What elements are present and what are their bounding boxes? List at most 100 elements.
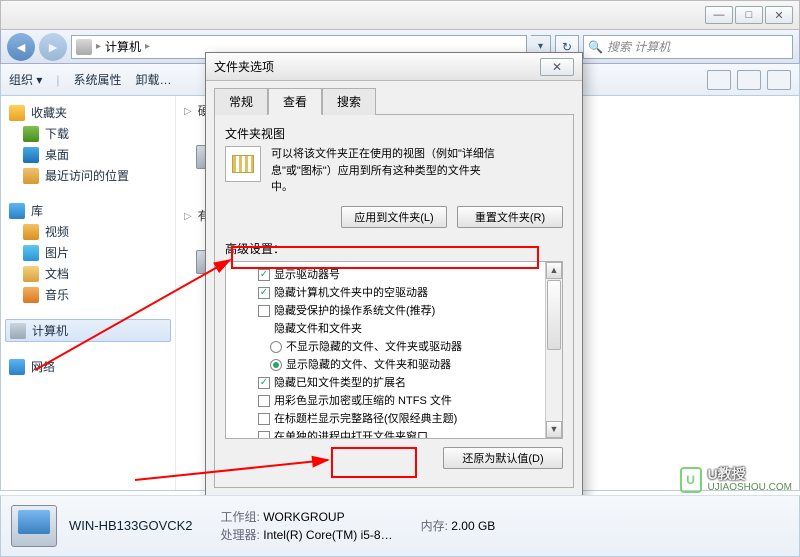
desktop-icon xyxy=(23,147,39,163)
close-button[interactable]: ✕ xyxy=(765,6,793,24)
sidebar-documents[interactable]: 文档 xyxy=(5,263,171,284)
computer-large-icon xyxy=(11,505,57,547)
memory-value: 2.00 GB xyxy=(451,519,495,533)
workgroup-label: 工作组: xyxy=(221,510,260,524)
adv-item-separate-process[interactable]: 在单独的进程中打开文件夹窗口 xyxy=(230,428,541,439)
checkbox-icon[interactable] xyxy=(258,413,270,425)
expand-icon[interactable]: ▷ xyxy=(184,211,192,222)
sidebar-videos[interactable]: 视频 xyxy=(5,221,171,242)
scroll-thumb[interactable] xyxy=(547,280,561,350)
sidebar-label: 库 xyxy=(31,202,43,219)
tab-view[interactable]: 查看 xyxy=(268,88,322,115)
checkbox-icon[interactable]: ✓ xyxy=(258,287,270,299)
adv-item-drive-letters[interactable]: ✓显示驱动器号 xyxy=(230,266,541,284)
dialog-body: 文件夹视图 可以将该文件夹正在使用的视图（例如"详细信 息"或"图标"）应用到所… xyxy=(214,114,574,488)
library-icon xyxy=(9,203,25,219)
sidebar-desktop[interactable]: 桌面 xyxy=(5,144,171,165)
music-icon xyxy=(23,287,39,303)
dialog-titlebar[interactable]: 文件夹选项 ✕ xyxy=(206,53,582,81)
dialog-tabs: 常规 查看 搜索 xyxy=(206,81,582,114)
workgroup-value: WORKGROUP xyxy=(263,510,344,524)
apply-to-folders-button[interactable]: 应用到文件夹(L) xyxy=(341,206,447,228)
adv-item-show-hidden[interactable]: 显示隐藏的文件、文件夹和驱动器 xyxy=(230,356,541,374)
navigation-sidebar: 收藏夹 下载 桌面 最近访问的位置 库 视频 图片 文档 音乐 计算机 网络 xyxy=(1,96,176,490)
sidebar-network[interactable]: 网络 xyxy=(5,356,171,377)
watermark-url: UJIAOSHOU.COM xyxy=(708,482,792,493)
radio-icon[interactable] xyxy=(270,341,282,353)
scroll-down-icon[interactable]: ▼ xyxy=(546,421,562,438)
breadcrumb-item[interactable]: 计算机 xyxy=(105,38,141,55)
system-properties-button[interactable]: 系统属性 xyxy=(73,71,121,88)
sidebar-computer[interactable]: 计算机 xyxy=(5,319,171,342)
folder-options-dialog: 文件夹选项 ✕ 常规 查看 搜索 文件夹视图 可以将该文件夹正在使用的视图（例如… xyxy=(205,52,583,533)
restore-defaults-button[interactable]: 还原为默认值(D) xyxy=(443,447,563,469)
network-icon xyxy=(9,359,25,375)
reset-folders-button[interactable]: 重置文件夹(R) xyxy=(457,206,563,228)
picture-icon xyxy=(23,245,39,261)
sidebar-label: 下载 xyxy=(45,125,69,142)
preview-pane-button[interactable] xyxy=(737,70,761,90)
dialog-close-button[interactable]: ✕ xyxy=(540,58,574,76)
search-placeholder: 搜索 计算机 xyxy=(607,38,670,55)
recent-icon xyxy=(23,168,39,184)
adv-item-hide-empty-drives[interactable]: ✓隐藏计算机文件夹中的空驱动器 xyxy=(230,284,541,302)
organize-menu[interactable]: 组织 ▾ xyxy=(9,71,42,88)
back-button[interactable]: ◄ xyxy=(7,33,35,61)
sidebar-recent[interactable]: 最近访问的位置 xyxy=(5,165,171,186)
memory-label: 内存: xyxy=(421,519,448,533)
scrollbar[interactable]: ▲ ▼ xyxy=(545,262,562,438)
checkbox-icon[interactable]: ✓ xyxy=(258,377,270,389)
window-controls: — □ ✕ xyxy=(705,6,793,24)
search-input[interactable]: 🔍 搜索 计算机 xyxy=(583,35,793,59)
forward-button[interactable]: ► xyxy=(39,33,67,61)
scroll-up-icon[interactable]: ▲ xyxy=(546,262,562,279)
checkbox-icon[interactable]: ✓ xyxy=(258,269,270,281)
watermark: U U教授 UJIAOSHOU.COM xyxy=(680,467,792,493)
sidebar-label: 收藏夹 xyxy=(31,104,67,121)
view-mode-button[interactable] xyxy=(707,70,731,90)
dialog-title: 文件夹选项 xyxy=(214,58,274,75)
radio-icon[interactable] xyxy=(270,359,282,371)
cpu-value: Intel(R) Core(TM) i5-8… xyxy=(263,528,392,542)
sidebar-label: 图片 xyxy=(45,244,69,261)
sidebar-label: 最近访问的位置 xyxy=(45,167,129,184)
download-icon xyxy=(23,126,39,142)
maximize-button[interactable]: □ xyxy=(735,6,763,24)
sidebar-downloads[interactable]: 下载 xyxy=(5,123,171,144)
computer-icon xyxy=(10,323,26,339)
minimize-button[interactable]: — xyxy=(705,6,733,24)
checkbox-icon[interactable] xyxy=(258,305,270,317)
sidebar-pictures[interactable]: 图片 xyxy=(5,242,171,263)
watermark-badge-icon: U xyxy=(680,467,702,493)
help-button[interactable] xyxy=(767,70,791,90)
expand-icon[interactable]: ▷ xyxy=(184,106,192,117)
cpu-label: 处理器: xyxy=(221,528,260,542)
adv-item-hide-extensions[interactable]: ✓隐藏已知文件类型的扩展名 xyxy=(230,374,541,392)
folder-icon xyxy=(258,323,270,335)
checkbox-icon[interactable] xyxy=(258,431,270,439)
tab-search[interactable]: 搜索 xyxy=(322,88,376,115)
sidebar-label: 音乐 xyxy=(45,286,69,303)
sidebar-libraries[interactable]: 库 xyxy=(5,200,171,221)
adv-item-color-ntfs[interactable]: 用彩色显示加密或压缩的 NTFS 文件 xyxy=(230,392,541,410)
sidebar-favorites[interactable]: 收藏夹 xyxy=(5,102,171,123)
tab-general[interactable]: 常规 xyxy=(214,88,268,115)
sidebar-label: 网络 xyxy=(31,358,55,375)
folder-view-icon xyxy=(225,146,261,182)
sidebar-music[interactable]: 音乐 xyxy=(5,284,171,305)
video-icon xyxy=(23,224,39,240)
toolbar-separator: | xyxy=(56,73,59,87)
adv-item-hidden-files-group: 隐藏文件和文件夹 xyxy=(230,320,541,338)
sidebar-label: 视频 xyxy=(45,223,69,240)
details-pane: WIN-HB133GOVCK2 工作组: WORKGROUP 处理器: Inte… xyxy=(0,495,800,557)
uninstall-button[interactable]: 卸载… xyxy=(136,71,172,88)
adv-item-fullpath-title[interactable]: 在标题栏显示完整路径(仅限经典主题) xyxy=(230,410,541,428)
computer-name: WIN-HB133GOVCK2 xyxy=(69,516,193,536)
document-icon xyxy=(23,266,39,282)
star-icon xyxy=(9,105,25,121)
adv-item-dont-show-hidden[interactable]: 不显示隐藏的文件、文件夹或驱动器 xyxy=(230,338,541,356)
checkbox-icon[interactable] xyxy=(258,395,270,407)
search-icon: 🔍 xyxy=(588,40,603,54)
adv-item-hide-protected-os-files[interactable]: 隐藏受保护的操作系统文件(推荐) xyxy=(230,302,541,320)
breadcrumb-sep-icon: ▸ xyxy=(96,41,101,52)
